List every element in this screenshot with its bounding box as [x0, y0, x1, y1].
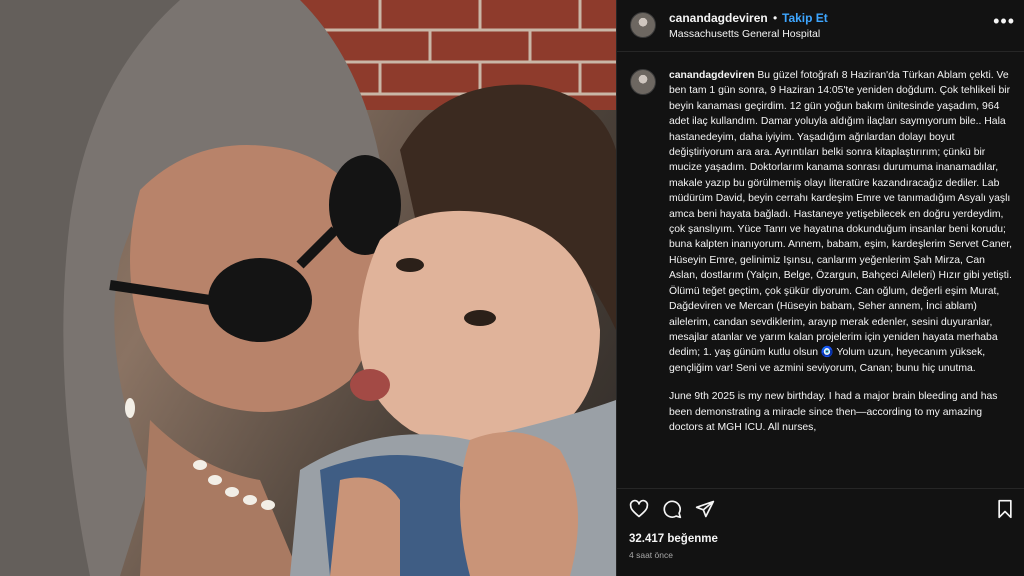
username-link[interactable]: canandagdeviren — [669, 11, 768, 25]
separator-dot: • — [773, 11, 778, 25]
caption-text-tr: Bu güzel fotoğrafı 8 Haziran'da Türkan A… — [669, 70, 1013, 374]
actions-bar: 32.417 beğenme 4 saat önce — [617, 488, 1024, 576]
caption-avatar[interactable] — [630, 69, 656, 95]
post-side-panel: canandagdeviren • Takip Et Massachusetts… — [616, 0, 1024, 576]
location-link[interactable]: Massachusetts General Hospital — [669, 28, 820, 40]
share-icon[interactable] — [695, 499, 715, 519]
post-header: canandagdeviren • Takip Et Massachusetts… — [617, 0, 1024, 52]
hand-left — [330, 477, 400, 576]
follow-button[interactable]: Takip Et — [782, 11, 828, 25]
caption-text-en: June 9th 2025 is my new birthday. I had … — [669, 391, 998, 433]
bookmark-icon[interactable] — [995, 499, 1015, 519]
comment-icon[interactable] — [662, 499, 682, 519]
caption-area: canandagdeviren Bu güzel fotoğrafı 8 Haz… — [617, 52, 1024, 488]
woman-neck — [140, 420, 300, 576]
child-eye-left — [396, 258, 424, 272]
earring — [125, 398, 135, 418]
more-horizontal-icon[interactable]: ••• — [993, 12, 1015, 30]
post-photo — [0, 0, 616, 576]
post-timestamp[interactable]: 4 saat önce — [629, 550, 673, 560]
caption: canandagdeviren Bu güzel fotoğrafı 8 Haz… — [669, 68, 1015, 435]
caption-username[interactable]: canandagdeviren — [669, 70, 754, 81]
hand-right — [460, 432, 578, 576]
avatar[interactable] — [630, 12, 656, 38]
photo-illustration — [0, 0, 616, 576]
heart-icon[interactable] — [629, 499, 649, 519]
child-mouth — [350, 369, 390, 401]
child-eye-right — [464, 310, 496, 326]
like-count[interactable]: 32.417 beğenme — [629, 533, 718, 545]
